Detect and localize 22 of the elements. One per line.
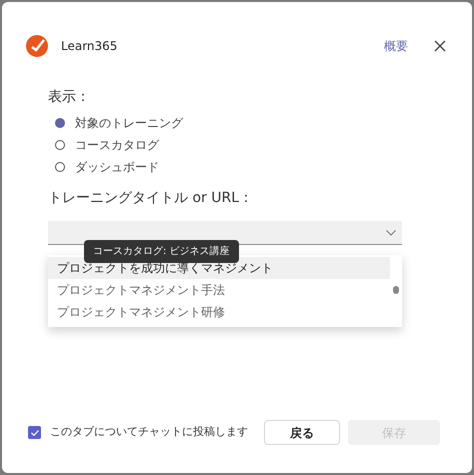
check-logo-icon: [26, 35, 48, 57]
dropdown-option[interactable]: プロジェクトマネジメント研修: [48, 301, 390, 323]
radio-label: ダッシュボード: [75, 159, 159, 176]
radio-label: コースカタログ: [75, 137, 159, 154]
training-label: トレーニングタイトル or URL：: [48, 189, 254, 208]
radio-label: 対象のトレーニング: [75, 115, 183, 132]
radio-button[interactable]: [55, 140, 65, 150]
check-icon: [30, 430, 38, 436]
radio-button[interactable]: [55, 118, 65, 128]
dropdown-option[interactable]: プロジェクトマネジメント手法: [48, 279, 390, 301]
close-icon[interactable]: [434, 40, 446, 52]
chevron-down-icon: [386, 230, 396, 236]
checkbox-label: このタブについてチャットに投稿します: [50, 424, 248, 440]
scroll-thumb-icon[interactable]: [393, 286, 399, 294]
about-link[interactable]: 概要: [384, 37, 408, 55]
checkbox[interactable]: [28, 426, 41, 439]
app-name: Learn365: [61, 38, 118, 55]
tooltip: コースカタログ: ビジネス講座: [84, 240, 239, 263]
radio-button[interactable]: [55, 162, 65, 172]
back-button[interactable]: 戻る: [264, 420, 340, 445]
dropdown-field[interactable]: [48, 221, 402, 245]
display-label: 表示：: [48, 88, 91, 107]
